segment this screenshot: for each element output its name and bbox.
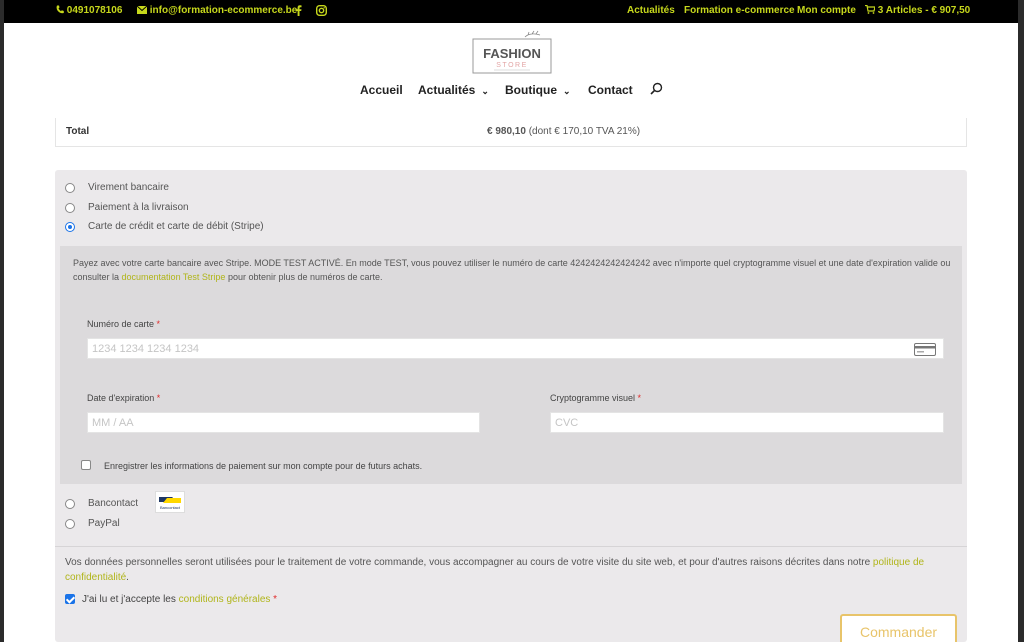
- cart-link[interactable]: 3 Articles - € 907,50: [865, 5, 970, 16]
- total-label: Total: [66, 126, 90, 137]
- browser-page: 0491078106 info@formation-ecommerce.be A…: [4, 0, 1018, 642]
- required-mark: *: [273, 594, 278, 605]
- bancontact-logo-graphic: Bancontact: [159, 497, 181, 510]
- divider: [55, 546, 967, 547]
- stripe-description: Payez avec votre carte bancaire avec Str…: [73, 256, 953, 284]
- privacy-text-end: .: [126, 572, 129, 583]
- payment-option-label: Paiement à la livraison: [88, 202, 189, 213]
- card-number-label: Numéro de carte *: [87, 319, 160, 329]
- cvc-placeholder: CVC: [555, 417, 579, 429]
- site-header: FASHION STORE Accueil Actualités ⌄ Boutiq…: [4, 23, 1018, 108]
- logo-graphic: FASHION STORE: [472, 30, 552, 74]
- radio-stripe[interactable]: [65, 222, 75, 232]
- phone-text: 0491078106: [66, 5, 123, 16]
- nav-contact[interactable]: Contact: [588, 83, 633, 97]
- nav-actualites[interactable]: Actualités ⌄: [418, 83, 489, 97]
- payment-methods: Virement bancaire Paiement à la livraiso…: [55, 170, 967, 642]
- topbar-link-account[interactable]: Mon compte: [797, 5, 856, 16]
- card-number-label-text: Numéro de carte: [87, 319, 155, 329]
- expiry-placeholder: MM / AA: [92, 417, 134, 429]
- expiry-label: Date d'expiration *: [87, 393, 160, 403]
- cvc-label-text: Cryptogramme visuel: [550, 393, 636, 403]
- card-number-input[interactable]: 1234 1234 1234 1234: [87, 338, 944, 359]
- nav-boutique-label: Boutique: [505, 83, 557, 97]
- cart-icon: [865, 5, 875, 14]
- required-mark: *: [156, 319, 161, 329]
- facebook-link[interactable]: [295, 5, 302, 18]
- instagram-link[interactable]: [316, 5, 327, 18]
- nav-accueil[interactable]: Accueil: [360, 83, 403, 97]
- cvc-input[interactable]: CVC: [550, 412, 944, 433]
- email-text: info@formation-ecommerce.be: [149, 5, 298, 16]
- terms-text: J'ai lu et j'accepte les: [82, 594, 179, 605]
- cvc-label: Cryptogramme visuel *: [550, 393, 641, 403]
- required-mark: *: [156, 393, 161, 403]
- radio-cash-on-delivery[interactable]: [65, 203, 75, 213]
- stripe-docs-link[interactable]: documentation Test Stripe: [122, 272, 226, 282]
- terms-link[interactable]: conditions générales: [179, 594, 271, 605]
- stripe-desc-text-end: pour obtenir plus de numéros de carte.: [225, 272, 383, 282]
- chevron-down-icon: ⌄: [563, 86, 571, 96]
- bancontact-logo-text: Bancontact: [160, 505, 181, 510]
- total-amount: € 980,10: [487, 126, 526, 137]
- terms-checkbox[interactable]: [65, 594, 75, 604]
- email-link[interactable]: info@formation-ecommerce.be: [137, 5, 297, 16]
- payment-option-label: Virement bancaire: [88, 182, 169, 193]
- nav-actualites-label: Actualités: [418, 83, 476, 97]
- total-tax-note: (dont € 170,10 TVA 21%): [528, 126, 641, 137]
- expiry-label-text: Date d'expiration: [87, 393, 155, 403]
- chevron-down-icon: ⌄: [481, 86, 489, 96]
- privacy-text: Vos données personnelles seront utilisée…: [65, 557, 873, 568]
- terms-label: J'ai lu et j'accepte les conditions géné…: [82, 594, 277, 605]
- topbar-link-actualites[interactable]: Actualités: [627, 5, 675, 16]
- nav-search[interactable]: [650, 82, 663, 98]
- search-icon: [650, 82, 663, 95]
- phone-link[interactable]: 0491078106: [56, 5, 122, 16]
- phone-icon: [56, 5, 64, 14]
- radio-bancontact[interactable]: [65, 499, 75, 509]
- total-value: € 980,10 (dont € 170,10 TVA 21%): [487, 126, 640, 137]
- required-mark: *: [637, 393, 642, 403]
- bancontact-logo: Bancontact: [155, 491, 185, 513]
- instagram-icon: [316, 5, 327, 16]
- top-bar: 0491078106 info@formation-ecommerce.be A…: [4, 0, 1018, 23]
- facebook-icon: [295, 5, 302, 16]
- fashion-store-logo[interactable]: FASHION STORE: [470, 29, 555, 75]
- save-payment-label: Enregistrer les informations de paiement…: [104, 461, 423, 471]
- payment-option-label: Bancontact: [88, 498, 139, 509]
- place-order-button[interactable]: Commander: [840, 614, 957, 642]
- stripe-payment-box: Payez avec votre carte bancaire avec Str…: [60, 246, 962, 484]
- credit-card-icon: [914, 343, 936, 356]
- logo-text-fashion: FASHION: [483, 46, 541, 61]
- radio-paypal[interactable]: [65, 519, 75, 529]
- topbar-link-formation[interactable]: Formation e-commerce: [684, 5, 795, 16]
- cart-text: 3 Articles - € 907,50: [877, 5, 971, 16]
- nav-boutique[interactable]: Boutique ⌄: [505, 83, 571, 97]
- radio-bank-transfer[interactable]: [65, 183, 75, 193]
- logo-text-store: STORE: [496, 62, 528, 69]
- save-payment-checkbox[interactable]: [81, 460, 91, 470]
- card-number-placeholder: 1234 1234 1234 1234: [92, 343, 200, 355]
- checkout-content: Total € 980,10 (dont € 170,10 TVA 21%) V…: [4, 108, 1018, 642]
- expiry-input[interactable]: MM / AA: [87, 412, 480, 433]
- envelope-icon: [137, 6, 147, 14]
- privacy-notice: Vos données personnelles seront utilisée…: [65, 555, 960, 585]
- payment-option-label: Carte de crédit et carte de débit (Strip…: [88, 221, 264, 232]
- order-total-row: Total € 980,10 (dont € 170,10 TVA 21%): [55, 118, 967, 147]
- payment-option-label: PayPal: [88, 518, 120, 529]
